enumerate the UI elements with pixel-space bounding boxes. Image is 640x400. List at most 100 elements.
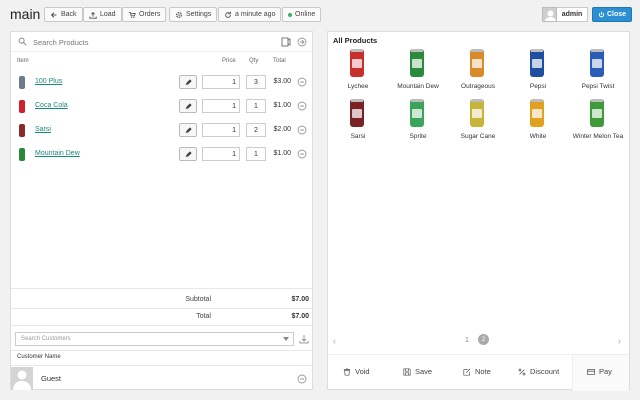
price-input[interactable]: 1	[202, 99, 240, 113]
qty-input[interactable]: 1	[246, 99, 266, 113]
edit-button[interactable]	[179, 75, 197, 89]
download-icon[interactable]	[299, 334, 309, 344]
current-page[interactable]: 2	[478, 334, 489, 345]
user-avatar[interactable]	[542, 7, 557, 22]
sync-button[interactable]: a minute ago	[218, 7, 282, 22]
table-row: Coca Cola 1 1 $1.00	[11, 97, 312, 117]
pay-button[interactable]: Pay	[587, 367, 612, 376]
product-tile[interactable]: Winter Melon Tea	[568, 95, 628, 145]
product-tile[interactable]: Lychee	[328, 45, 388, 95]
line-total: $1.00	[273, 102, 291, 109]
chevron-left-icon[interactable]: ‹	[333, 336, 336, 346]
product-image	[530, 49, 544, 77]
product-link[interactable]: Mountain Dew	[35, 150, 80, 157]
note-button[interactable]: Note	[463, 367, 491, 376]
product-tile[interactable]: Mountain Dew	[388, 45, 448, 95]
pay-button-area[interactable]: Pay	[572, 355, 629, 391]
product-tile[interactable]: Outrageous	[448, 45, 508, 95]
column-header-item: Item	[17, 58, 29, 64]
price-input[interactable]: 1	[202, 147, 240, 161]
load-button[interactable]: Load	[83, 7, 122, 22]
product-tile-name: Outrageous	[461, 83, 495, 90]
customer-search-select[interactable]: Search Customers	[15, 332, 294, 346]
chevron-right-icon[interactable]: ›	[618, 336, 621, 346]
products-panel: All Products Lychee Mountain Dew Outrage…	[327, 31, 630, 391]
price-input[interactable]: 1	[202, 75, 240, 89]
product-tile-name: Sugar Cane	[460, 133, 496, 140]
power-icon	[598, 11, 604, 18]
total-label: Total	[196, 313, 211, 320]
product-tile[interactable]: White	[508, 95, 568, 145]
qty-input[interactable]: 3	[246, 75, 266, 89]
subtotal-label: Subtotal	[185, 296, 211, 303]
discount-button-label: Discount	[530, 367, 560, 376]
subtotal-value: $7.00	[291, 296, 309, 303]
pencil-icon	[185, 78, 192, 85]
arrow-left-icon	[50, 11, 57, 18]
product-image	[470, 99, 484, 127]
online-status-label: Online	[295, 11, 316, 18]
page-title: main	[10, 6, 41, 22]
page-link[interactable]: 1	[465, 337, 469, 344]
void-button-label: Void	[355, 367, 370, 376]
product-thumbnail	[19, 76, 25, 89]
void-button[interactable]: Void	[343, 367, 370, 376]
product-tile[interactable]: Sarsi	[328, 95, 388, 145]
barcode-icon[interactable]	[281, 37, 291, 47]
product-tile[interactable]: Pepsi Twist	[568, 45, 628, 95]
settings-button[interactable]: Settings	[169, 7, 218, 22]
settings-button-label: Settings	[186, 11, 212, 18]
close-button[interactable]: Close	[592, 7, 632, 22]
save-button[interactable]: Save	[403, 367, 432, 376]
product-link[interactable]: Coca Cola	[35, 102, 68, 109]
remove-customer-icon[interactable]	[297, 374, 307, 384]
back-button[interactable]: Back	[44, 7, 83, 22]
remove-icon[interactable]	[297, 77, 307, 87]
remove-icon[interactable]	[297, 125, 307, 135]
edit-button[interactable]	[179, 147, 197, 161]
product-image	[530, 99, 544, 127]
discount-button[interactable]: Discount	[518, 367, 559, 376]
credit-card-icon	[587, 368, 595, 375]
product-tile[interactable]: Sprite	[388, 95, 448, 145]
save-button-label: Save	[415, 367, 433, 376]
user-name[interactable]: admin	[557, 7, 588, 22]
pencil-icon	[185, 126, 192, 133]
edit-note-icon	[463, 368, 471, 376]
product-image	[470, 49, 484, 77]
edit-button[interactable]	[179, 99, 197, 113]
divider	[11, 350, 312, 351]
product-tile-name: White	[529, 133, 547, 140]
cart-icon	[128, 11, 136, 18]
last-saved-label: a minute ago	[235, 11, 276, 18]
trash-icon	[343, 367, 351, 376]
divider	[11, 325, 312, 326]
product-tile[interactable]: Pepsi	[508, 45, 568, 95]
qty-input[interactable]: 1	[246, 147, 266, 161]
product-search-input[interactable]	[33, 35, 273, 49]
close-button-label: Close	[606, 11, 627, 18]
search-icon	[18, 37, 27, 46]
orders-button[interactable]: Orders	[122, 7, 167, 22]
customer-avatar	[11, 367, 33, 390]
product-tile-name: Winter Melon Tea	[572, 133, 624, 140]
product-search-bar	[11, 32, 312, 52]
product-link[interactable]: Sarsi	[35, 126, 51, 133]
customer-name[interactable]: Guest	[41, 374, 61, 383]
divider	[11, 288, 312, 289]
product-thumbnail	[19, 100, 25, 113]
table-row: Sarsi 1 2 $2.00	[11, 121, 312, 141]
remove-icon[interactable]	[297, 149, 307, 159]
product-tile-name: Lychee	[347, 83, 369, 90]
divider	[11, 365, 312, 366]
edit-button[interactable]	[179, 123, 197, 137]
price-input[interactable]: 1	[202, 123, 240, 137]
product-tile[interactable]: Sugar Cane	[448, 95, 508, 145]
top-bar: main Back Load Orders Settings a minute …	[0, 0, 640, 30]
product-link[interactable]: 100 Plus	[35, 78, 62, 85]
qty-input[interactable]: 2	[246, 123, 266, 137]
sync-circle-icon[interactable]	[297, 37, 307, 47]
pencil-icon	[185, 150, 192, 157]
products-tab-title[interactable]: All Products	[333, 36, 377, 45]
remove-icon[interactable]	[297, 101, 307, 111]
